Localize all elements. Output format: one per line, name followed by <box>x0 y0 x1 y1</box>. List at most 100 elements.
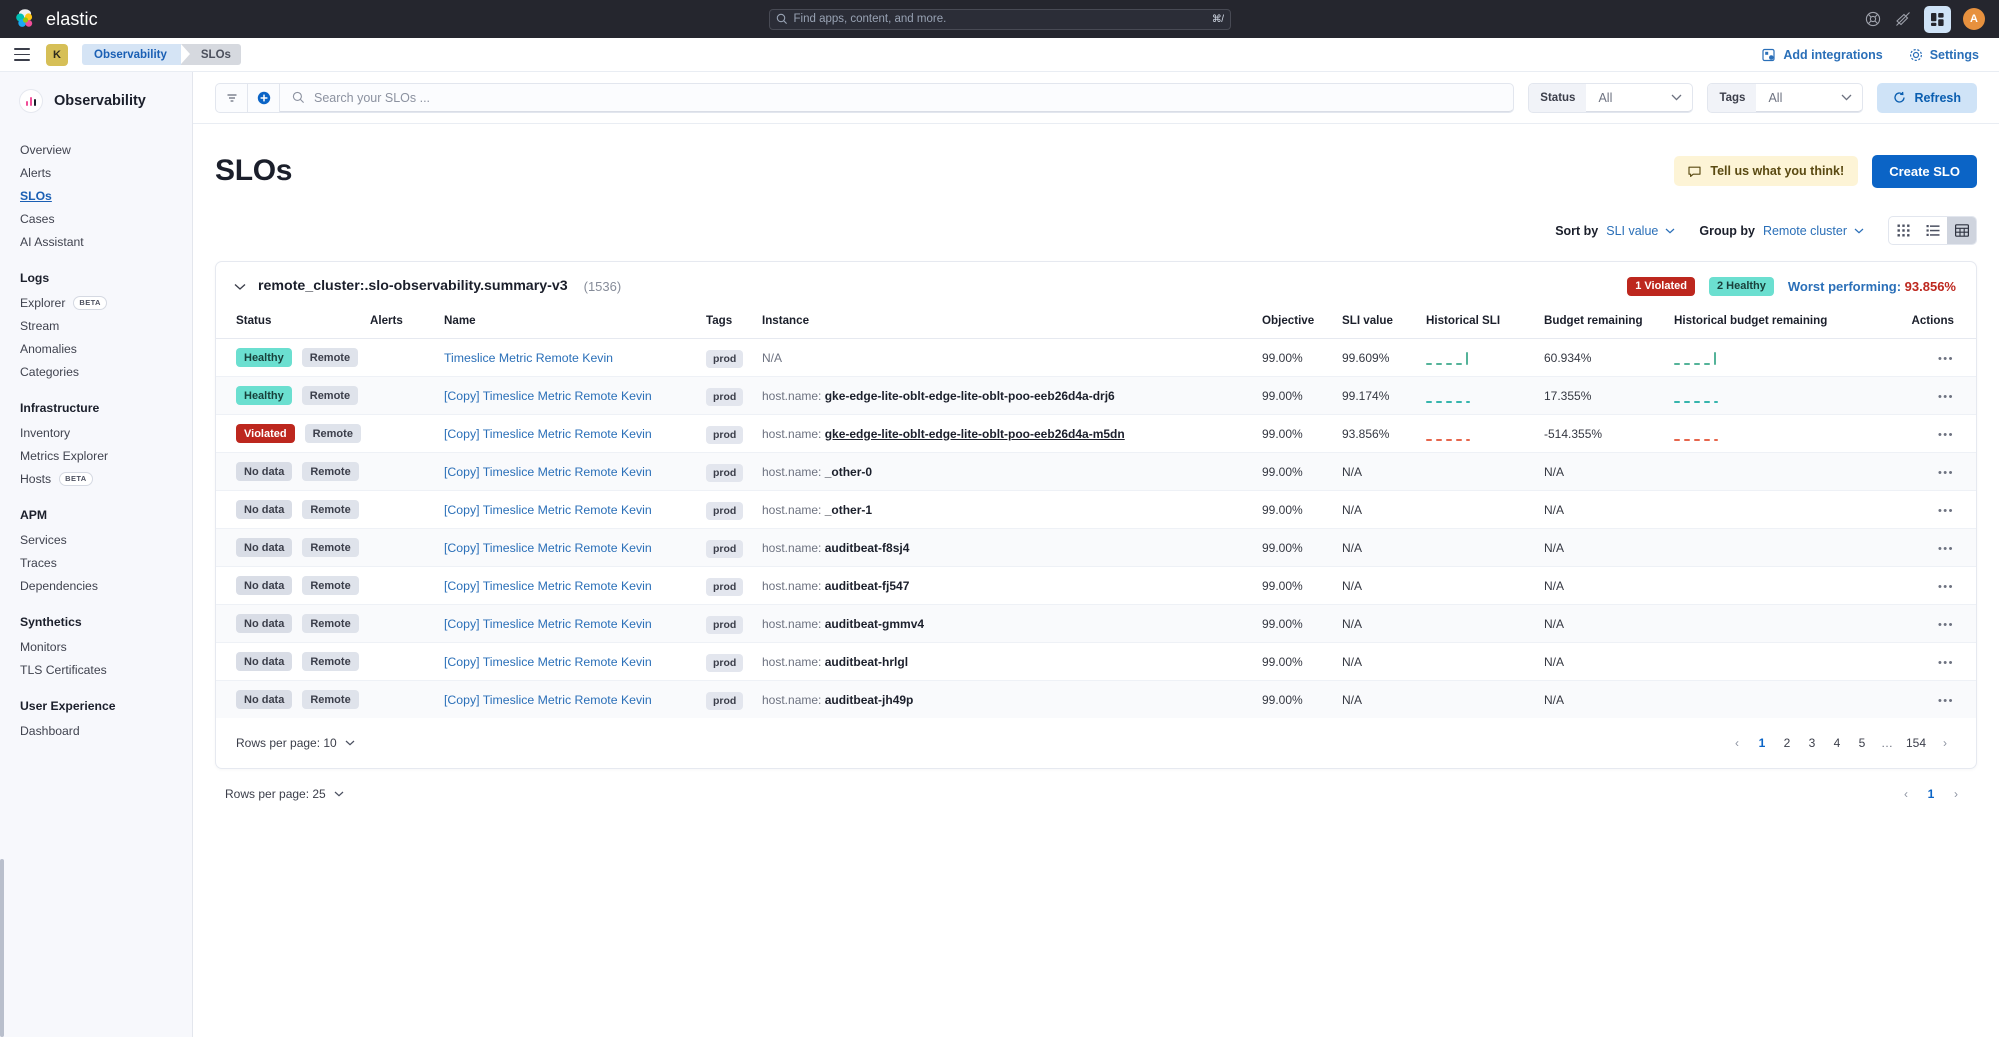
slo-name-link[interactable]: Timeslice Metric Remote Kevin <box>444 351 613 365</box>
slo-name-link[interactable]: [Copy] Timeslice Metric Remote Kevin <box>444 427 652 441</box>
slo-name-link[interactable]: [Copy] Timeslice Metric Remote Kevin <box>444 503 652 517</box>
pagination-next[interactable]: › <box>1934 732 1956 754</box>
col-historical-budget[interactable]: Historical budget remaining <box>1674 308 1879 339</box>
table-row[interactable]: No dataRemote[Copy] Timeslice Metric Rem… <box>216 643 1976 681</box>
slo-name-link[interactable]: [Copy] Timeslice Metric Remote Kevin <box>444 693 652 707</box>
apps-icon[interactable] <box>1924 6 1951 33</box>
tags-filter-select[interactable]: Tags All <box>1707 83 1863 113</box>
tag-badge[interactable]: prod <box>706 502 743 520</box>
col-budget-remaining[interactable]: Budget remaining <box>1544 308 1674 339</box>
refresh-button[interactable]: Refresh <box>1877 83 1977 113</box>
sidebar-item-dependencies[interactable]: Dependencies <box>0 574 192 597</box>
table-row[interactable]: No dataRemote[Copy] Timeslice Metric Rem… <box>216 681 1976 719</box>
row-actions-button[interactable]: ••• <box>1938 543 1954 555</box>
sidebar-item-alerts[interactable]: Alerts <box>0 161 192 184</box>
sort-by-select[interactable]: SLI value <box>1606 224 1675 238</box>
pagination-page-5[interactable]: 5 <box>1851 732 1873 754</box>
sidebar-item-monitors[interactable]: Monitors <box>0 635 192 658</box>
pagination-next[interactable]: › <box>1945 783 1967 805</box>
collapse-group-icon[interactable] <box>234 278 246 294</box>
slo-name-link[interactable]: [Copy] Timeslice Metric Remote Kevin <box>444 465 652 479</box>
col-name[interactable]: Name <box>444 308 706 339</box>
add-integrations-button[interactable]: Add integrations <box>1762 48 1882 62</box>
add-filter-button[interactable] <box>247 83 279 113</box>
list-view-button[interactable] <box>1918 217 1947 244</box>
create-slo-button[interactable]: Create SLO <box>1872 155 1977 188</box>
tag-badge[interactable]: prod <box>706 388 743 406</box>
table-row[interactable]: No dataRemote[Copy] Timeslice Metric Rem… <box>216 491 1976 529</box>
row-actions-button[interactable]: ••• <box>1938 429 1954 441</box>
avatar[interactable]: A <box>1963 8 1985 30</box>
tag-badge[interactable]: prod <box>706 540 743 558</box>
pagination-page-4[interactable]: 4 <box>1826 732 1848 754</box>
row-actions-button[interactable]: ••• <box>1938 391 1954 403</box>
news-icon[interactable] <box>1894 10 1912 28</box>
col-instance[interactable]: Instance <box>762 308 1262 339</box>
col-tags[interactable]: Tags <box>706 308 762 339</box>
sidebar-item-metrics-explorer[interactable]: Metrics Explorer <box>0 444 192 467</box>
sidebar-item-hosts[interactable]: HostsBETA <box>0 467 192 490</box>
table-row[interactable]: No dataRemote[Copy] Timeslice Metric Rem… <box>216 605 1976 643</box>
slo-search-input[interactable]: Search your SLOs ... <box>279 83 1514 113</box>
settings-button[interactable]: Settings <box>1909 48 1979 62</box>
tag-badge[interactable]: prod <box>706 426 743 444</box>
group-by-select[interactable]: Remote cluster <box>1763 224 1864 238</box>
saved-query-button[interactable] <box>215 83 247 113</box>
tag-badge[interactable]: prod <box>706 616 743 634</box>
sidebar-item-overview[interactable]: Overview <box>0 138 192 161</box>
tag-badge[interactable]: prod <box>706 350 743 368</box>
global-search-input[interactable]: Find apps, content, and more. ⌘/ <box>769 9 1231 30</box>
slo-name-link[interactable]: [Copy] Timeslice Metric Remote Kevin <box>444 389 652 403</box>
sidebar-item-services[interactable]: Services <box>0 528 192 551</box>
cards-view-button[interactable] <box>1889 217 1918 244</box>
sidebar-item-stream[interactable]: Stream <box>0 314 192 337</box>
breadcrumb-item-slos[interactable]: SLOs <box>181 44 241 65</box>
row-actions-button[interactable]: ••• <box>1938 581 1954 593</box>
row-actions-button[interactable]: ••• <box>1938 505 1954 517</box>
slo-name-link[interactable]: [Copy] Timeslice Metric Remote Kevin <box>444 655 652 669</box>
feedback-button[interactable]: Tell us what you think! <box>1674 156 1858 186</box>
row-actions-button[interactable]: ••• <box>1938 353 1954 365</box>
sidebar-item-tls-certificates[interactable]: TLS Certificates <box>0 658 192 681</box>
col-alerts[interactable]: Alerts <box>370 308 444 339</box>
col-historical-sli[interactable]: Historical SLI <box>1426 308 1544 339</box>
sidebar-item-inventory[interactable]: Inventory <box>0 421 192 444</box>
status-filter-select[interactable]: Status All <box>1528 83 1693 113</box>
col-objective[interactable]: Objective <box>1262 308 1342 339</box>
compact-view-button[interactable] <box>1947 217 1976 244</box>
slo-name-link[interactable]: [Copy] Timeslice Metric Remote Kevin <box>444 617 652 631</box>
sidebar-scrollbar[interactable] <box>0 859 4 1037</box>
row-actions-button[interactable]: ••• <box>1938 619 1954 631</box>
col-status[interactable]: Status <box>216 308 370 339</box>
elastic-brand[interactable]: elastic <box>14 8 98 30</box>
pagination-page-154[interactable]: 154 <box>1901 732 1931 754</box>
breadcrumb-item-observability[interactable]: Observability <box>82 44 181 65</box>
slo-name-link[interactable]: [Copy] Timeslice Metric Remote Kevin <box>444 579 652 593</box>
tag-badge[interactable]: prod <box>706 654 743 672</box>
table-row[interactable]: No dataRemote[Copy] Timeslice Metric Rem… <box>216 567 1976 605</box>
pagination-page-3[interactable]: 3 <box>1801 732 1823 754</box>
pagination-page-1[interactable]: 1 <box>1920 783 1942 805</box>
pagination-page-1[interactable]: 1 <box>1751 732 1773 754</box>
table-row[interactable]: No dataRemote[Copy] Timeslice Metric Rem… <box>216 453 1976 491</box>
sidebar-item-explorer[interactable]: ExplorerBETA <box>0 291 192 314</box>
col-sli-value[interactable]: SLI value <box>1342 308 1426 339</box>
table-row[interactable]: HealthyRemote[Copy] Timeslice Metric Rem… <box>216 377 1976 415</box>
row-actions-button[interactable]: ••• <box>1938 695 1954 707</box>
pagination-prev[interactable]: ‹ <box>1895 783 1917 805</box>
table-row[interactable]: HealthyRemoteTimeslice Metric Remote Kev… <box>216 339 1976 377</box>
row-actions-button[interactable]: ••• <box>1938 467 1954 479</box>
pagination-page-2[interactable]: 2 <box>1776 732 1798 754</box>
help-icon[interactable] <box>1864 10 1882 28</box>
sidebar-item-anomalies[interactable]: Anomalies <box>0 337 192 360</box>
menu-toggle-icon[interactable] <box>14 48 30 61</box>
sidebar-item-traces[interactable]: Traces <box>0 551 192 574</box>
tag-badge[interactable]: prod <box>706 464 743 482</box>
sidebar-item-categories[interactable]: Categories <box>0 360 192 383</box>
sidebar-item-ai-assistant[interactable]: AI Assistant <box>0 230 192 253</box>
tag-badge[interactable]: prod <box>706 578 743 596</box>
pagination-prev[interactable]: ‹ <box>1726 732 1748 754</box>
rows-per-page-select[interactable]: Rows per page: 10 <box>236 736 355 750</box>
sidebar-item-dashboard[interactable]: Dashboard <box>0 719 192 742</box>
sidebar-item-slos[interactable]: SLOs <box>0 184 192 207</box>
